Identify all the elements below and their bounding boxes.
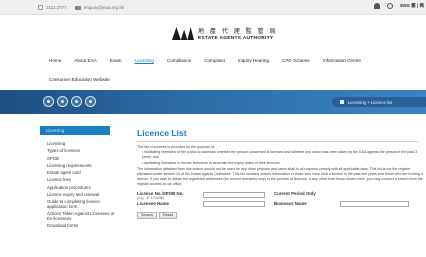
phone-number[interactable]: 2111 2777	[46, 5, 67, 10]
licensee-name-input[interactable]	[203, 200, 265, 207]
list-item: facilitating licensees or former license…	[142, 161, 426, 166]
home-icon[interactable]	[340, 100, 344, 104]
language-switch[interactable]: ENG 繁 | 简	[400, 3, 424, 9]
nav-complaint[interactable]: Complaint	[204, 58, 225, 63]
reset-button[interactable]: Reset	[159, 211, 177, 219]
breadcrumb: Licensing > Licence list	[332, 97, 426, 107]
email-link[interactable]: enquiry@eaa.org.hk	[84, 5, 125, 10]
nav-home[interactable]: Home	[49, 58, 61, 63]
logo-chinese: 地 產 代 理 監 管 局	[198, 28, 278, 35]
business-name-label: Business Name	[274, 200, 307, 206]
sidebar-item-licence-fees[interactable]: Licence fees	[47, 176, 117, 183]
sidebar-item-guide[interactable]: Guide to completing licence application …	[47, 198, 117, 210]
search-icon[interactable]	[387, 3, 394, 9]
purpose-list: facilitating members of the public to as…	[142, 150, 426, 166]
sidebar-title: Licensing	[40, 126, 110, 135]
user-icon[interactable]	[374, 3, 381, 9]
logo-text: 地 產 代 理 監 管 局 ESTATE AGENTS AUTHORITY	[198, 26, 277, 41]
quick-links	[43, 96, 99, 107]
eaa-logo[interactable]: 地 產 代 理 監 管 局 ESTATE AGENTS AUTHORITY	[172, 26, 277, 41]
nav-inquiry-hearing[interactable]: Inquiry Hearing	[238, 58, 269, 63]
divider	[137, 141, 419, 142]
page-title: Licence List	[137, 128, 187, 138]
top-bar: 2111 2777 enquiry@eaa.org.hk ENG 繁 | 简	[0, 0, 426, 15]
quick-link-icon[interactable]	[57, 96, 68, 107]
mail-icon	[74, 5, 81, 10]
nav-row: Home About EAA Exam Licensing Compliance…	[49, 58, 374, 63]
nav-cpd-scheme[interactable]: CPD Scheme	[282, 58, 310, 63]
licensee-name-label: Licensee Name	[137, 200, 169, 206]
sidebar-item-spob[interactable]: SPOB	[47, 155, 117, 162]
nav-compliance[interactable]: Compliance	[167, 58, 191, 63]
sidebar-menu: Licensing Types of licences SPOB Licensi…	[47, 140, 117, 230]
quick-link-icon[interactable]	[43, 96, 54, 107]
licence-no-input[interactable]	[203, 191, 265, 198]
sidebar-item-expiry-renewal[interactable]: Licence expiry and renewal	[47, 191, 117, 198]
sidebar-item-types[interactable]: Types of licences	[47, 147, 117, 154]
nav-information-centre[interactable]: Information Centre	[323, 58, 361, 63]
business-name-input[interactable]	[340, 200, 409, 207]
sidebar-item-application[interactable]: Application procedures	[47, 184, 117, 191]
search-form: Licence No./SPOB No. (e.g.: E-123456) Cu…	[137, 191, 426, 231]
phone-icon	[38, 5, 43, 10]
sidebar-item-actions[interactable]: Actions Taken Against Licensees or Ex-li…	[47, 210, 117, 222]
licence-no-hint: (e.g.: E-123456)	[137, 195, 165, 200]
contact-info: 2111 2777 enquiry@eaa.org.hk	[38, 5, 127, 10]
nav-licensing[interactable]: Licensing	[135, 58, 154, 63]
nav-exam[interactable]: Exam	[110, 58, 122, 63]
list-item: facilitating members of the public to as…	[142, 150, 426, 160]
disclaimer-text: The information obtained from this searc…	[137, 166, 424, 187]
search-button[interactable]: Search	[137, 211, 158, 219]
current-period-label[interactable]: Current Period Only	[274, 191, 316, 196]
quick-link-icon[interactable]	[85, 96, 96, 107]
page-banner: Licensing > Licence list	[0, 90, 426, 114]
sidebar-item-download-forms[interactable]: Download forms	[47, 222, 117, 229]
nav-about[interactable]: About EAA	[74, 58, 96, 63]
breadcrumb-text[interactable]: Licensing > Licence list	[348, 100, 392, 105]
quick-link-icon[interactable]	[71, 96, 82, 107]
nav-consumer-education[interactable]: Consumer Education Website	[49, 77, 110, 82]
sidebar-item-licensing[interactable]: Licensing	[47, 140, 117, 147]
logo-mark-icon	[172, 27, 194, 40]
top-tools: ENG 繁 | 简	[374, 3, 424, 9]
main-content: Licence List The list of licences is pro…	[137, 128, 426, 231]
sidebar-item-requirements[interactable]: Licensing requirements	[47, 162, 117, 169]
logo-english: ESTATE AGENTS AUTHORITY	[198, 36, 274, 41]
sidebar-item-estate-agent-card[interactable]: Estate agent card	[47, 169, 117, 176]
